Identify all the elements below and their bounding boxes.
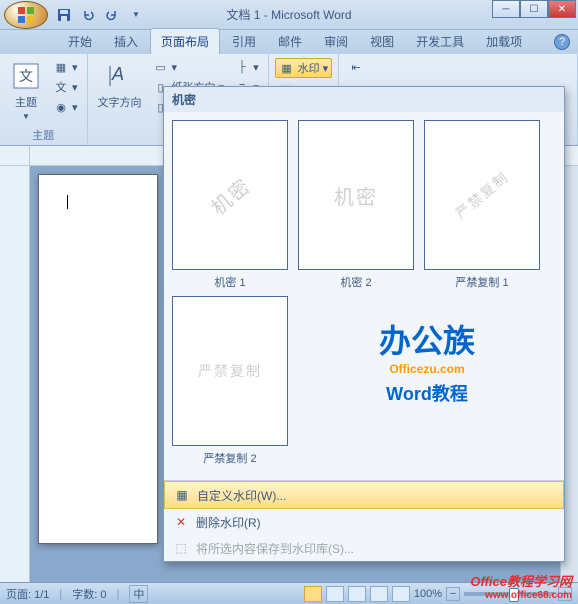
- text-direction-label: 文字方向: [98, 94, 142, 110]
- quick-access-toolbar: ▼: [54, 5, 146, 25]
- maximize-button[interactable]: ☐: [520, 0, 548, 18]
- save-icon[interactable]: [54, 5, 74, 25]
- window-title: 文档 1 - Microsoft Word: [226, 6, 351, 23]
- watermark-gallery: 机密 机密 机密 1 机密 机密 2 严禁复制 严禁复制 1 严禁复制 严禁复制…: [163, 86, 565, 562]
- effects-icon: ◉: [53, 99, 69, 115]
- theme-effects-button[interactable]: ◉▾: [50, 98, 81, 116]
- breaks-icon: ├: [234, 59, 250, 75]
- site-watermark: Office教程学习网 www.office68.com: [470, 571, 572, 601]
- group-themes-label: 主题: [6, 127, 81, 143]
- window-controls: ─ ☐ ✕: [492, 0, 576, 18]
- office-button[interactable]: [4, 1, 48, 29]
- watermark-thumb[interactable]: 机密 机密 2: [298, 120, 414, 290]
- tab-developer[interactable]: 开发工具: [406, 29, 474, 54]
- colors-icon: ▦: [53, 59, 69, 75]
- themes-button[interactable]: 文 主题 ▼: [6, 58, 46, 123]
- text-direction-button[interactable]: A 文字方向: [94, 58, 146, 112]
- logo-overlay: 办公族 Officezu.com Word教程: [302, 316, 552, 446]
- tab-addins[interactable]: 加载项: [476, 29, 532, 54]
- ruler-corner: [0, 146, 30, 165]
- gallery-menu: ▦ 自定义水印(W)... ✕ 删除水印(R) ⬚ 将所选内容保存到水印库(S)…: [164, 480, 564, 561]
- zoom-level[interactable]: 100%: [414, 588, 442, 600]
- text-cursor: [67, 195, 68, 209]
- view-print-layout[interactable]: [304, 586, 322, 602]
- tab-view[interactable]: 视图: [360, 29, 404, 54]
- view-outline[interactable]: [370, 586, 388, 602]
- view-full-screen[interactable]: [326, 586, 344, 602]
- tab-home[interactable]: 开始: [58, 29, 102, 54]
- themes-icon: 文: [10, 60, 42, 92]
- save-watermark-icon: ⬚: [172, 539, 190, 557]
- margins-button[interactable]: ▭▾: [150, 58, 228, 76]
- save-watermark-item: ⬚ 将所选内容保存到水印库(S)...: [164, 535, 564, 561]
- watermark-button[interactable]: ▦水印 ▾: [275, 58, 333, 78]
- custom-watermark-item[interactable]: ▦ 自定义水印(W)...: [164, 481, 564, 509]
- theme-fonts-button[interactable]: 文▾: [50, 78, 81, 96]
- custom-watermark-icon: ▦: [173, 486, 191, 504]
- titlebar: ▼ 文档 1 - Microsoft Word ─ ☐ ✕: [0, 0, 578, 30]
- view-draft[interactable]: [392, 586, 410, 602]
- undo-icon[interactable]: [78, 5, 98, 25]
- watermark-thumb[interactable]: 严禁复制 严禁复制 1: [424, 120, 540, 290]
- status-words[interactable]: 字数: 0: [72, 586, 106, 602]
- svg-text:文: 文: [19, 68, 33, 84]
- status-page[interactable]: 页面: 1/1: [6, 586, 49, 602]
- tab-review[interactable]: 审阅: [314, 29, 358, 54]
- fonts-icon: 文: [53, 79, 69, 95]
- breaks-button[interactable]: ├▾: [231, 58, 262, 76]
- view-web-layout[interactable]: [348, 586, 366, 602]
- ribbon-tabs: 开始 插入 页面布局 引用 邮件 审阅 视图 开发工具 加载项 ?: [0, 30, 578, 54]
- watermark-thumb[interactable]: 机密 机密 1: [172, 120, 288, 290]
- remove-watermark-icon: ✕: [172, 513, 190, 531]
- qat-dropdown-icon[interactable]: ▼: [126, 5, 146, 25]
- svg-text:A: A: [111, 64, 124, 84]
- gallery-body: 机密 机密 1 机密 机密 2 严禁复制 严禁复制 1 严禁复制 严禁复制 2 …: [164, 112, 564, 480]
- vertical-ruler[interactable]: [0, 166, 30, 582]
- redo-icon[interactable]: [102, 5, 122, 25]
- gallery-header: 机密: [164, 87, 564, 112]
- indent-icon: ⇤: [348, 59, 364, 75]
- help-icon[interactable]: ?: [554, 34, 570, 50]
- tab-references[interactable]: 引用: [222, 29, 266, 54]
- tab-insert[interactable]: 插入: [104, 29, 148, 54]
- document-page[interactable]: [38, 174, 158, 544]
- indent-button[interactable]: ⇤: [345, 58, 367, 76]
- themes-label: 主题: [15, 94, 37, 110]
- close-button[interactable]: ✕: [548, 0, 576, 18]
- status-lang-icon[interactable]: 中: [129, 585, 148, 603]
- margins-icon: ▭: [153, 59, 169, 75]
- minimize-button[interactable]: ─: [492, 0, 520, 18]
- watermark-icon: ▦: [279, 60, 295, 76]
- tab-mailings[interactable]: 邮件: [268, 29, 312, 54]
- remove-watermark-item[interactable]: ✕ 删除水印(R): [164, 509, 564, 535]
- text-direction-icon: A: [104, 60, 136, 92]
- theme-colors-button[interactable]: ▦▾: [50, 58, 81, 76]
- tab-page-layout[interactable]: 页面布局: [150, 28, 220, 54]
- zoom-out-button[interactable]: −: [446, 587, 460, 601]
- group-themes: 文 主题 ▼ ▦▾ 文▾ ◉▾ 主题: [0, 54, 88, 145]
- watermark-thumb[interactable]: 严禁复制 严禁复制 2: [172, 296, 288, 466]
